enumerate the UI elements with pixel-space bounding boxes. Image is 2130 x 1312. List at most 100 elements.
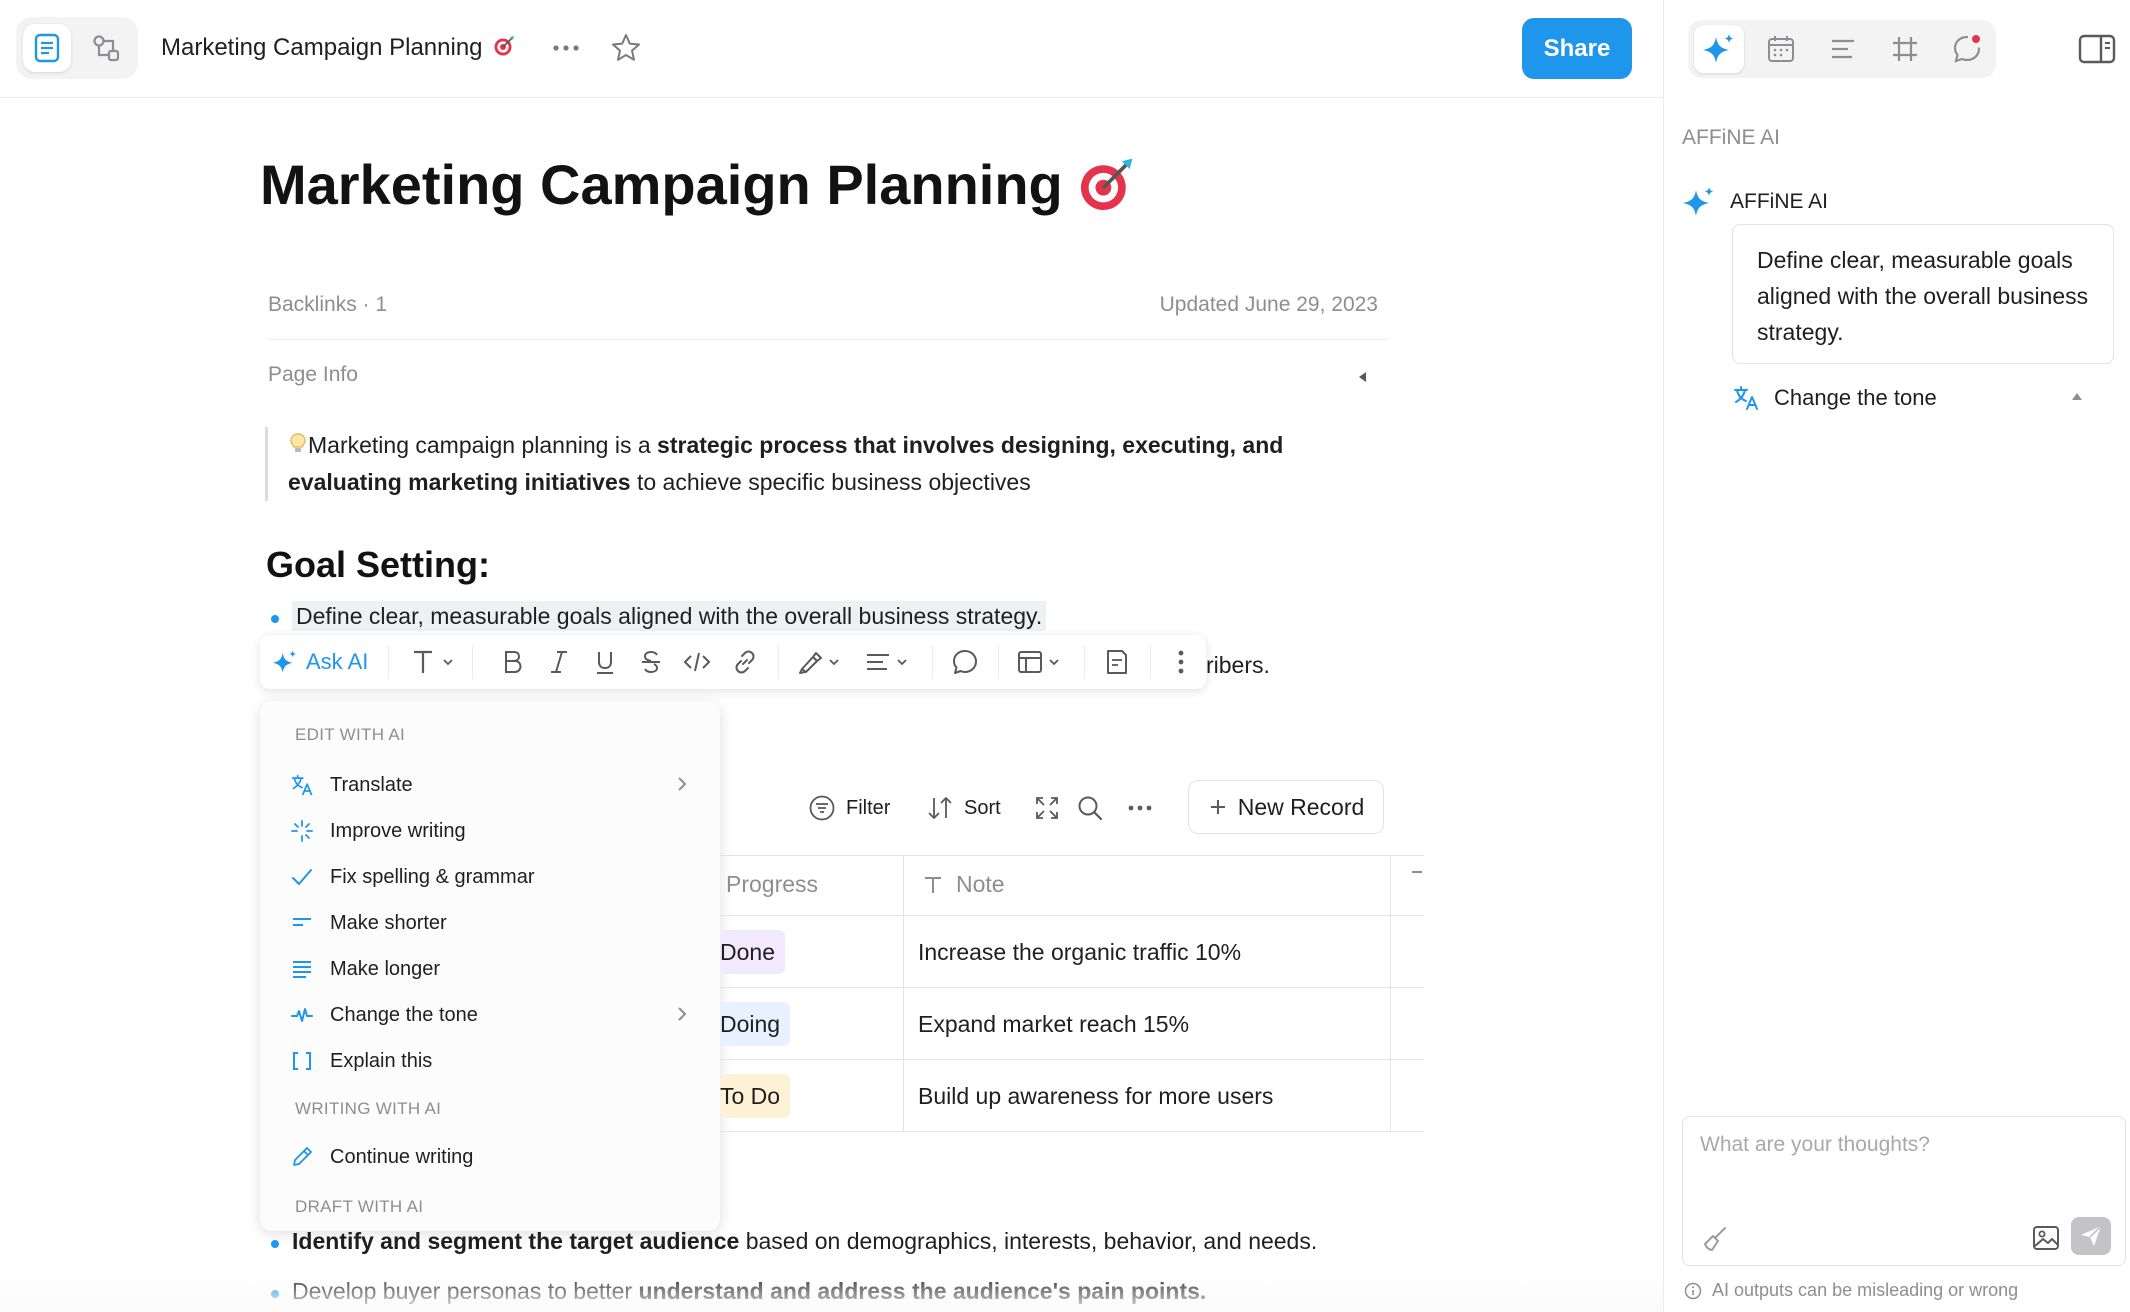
column-header-more[interactable]	[1412, 871, 1422, 873]
right-panel-tabs	[1688, 20, 1996, 78]
underline-button[interactable]	[591, 648, 619, 676]
more-options-button[interactable]	[548, 30, 584, 66]
send-message-button[interactable]	[2071, 1217, 2111, 1255]
column-header-note[interactable]: Note	[922, 871, 1005, 898]
expand-view-button[interactable]	[1034, 792, 1060, 824]
filter-label: Filter	[846, 796, 891, 819]
menu-item-translate[interactable]: Translate	[290, 765, 698, 805]
updated-date: Updated June 29, 2023	[1159, 293, 1378, 316]
ai-chat-input[interactable]: What are your thoughts?	[1682, 1116, 2126, 1266]
filter-icon	[809, 795, 835, 821]
tab-frames[interactable]	[1880, 25, 1930, 73]
column-header-progress[interactable]: Progress	[726, 871, 818, 898]
note-cell[interactable]: Expand market reach 15%	[918, 1011, 1189, 1038]
code-icon	[683, 652, 711, 672]
tab-outline[interactable]	[1818, 25, 1868, 73]
ai-warning: AI outputs can be misleading or wrong	[1684, 1280, 2018, 1301]
align-icon	[867, 654, 907, 670]
tab-comments[interactable]	[1942, 25, 1992, 73]
ai-action-change-tone[interactable]: Change the tone	[1732, 380, 2092, 416]
strikethrough-button[interactable]	[637, 648, 665, 676]
new-record-button[interactable]: New Record	[1188, 780, 1384, 834]
clear-chat-button[interactable]	[1701, 1225, 1729, 1253]
copy-block-button[interactable]	[1102, 648, 1132, 676]
menu-item-label: Improve writing	[330, 819, 466, 842]
caret-left-icon[interactable]	[1356, 370, 1368, 384]
note-cell[interactable]: Build up awareness for more users	[918, 1083, 1273, 1110]
format-toolbar: Ask AI	[260, 635, 1206, 689]
page-title[interactable]: Marketing Campaign Planning	[260, 152, 1135, 217]
menu-item-label: Make longer	[330, 957, 441, 980]
database-more-button[interactable]	[1128, 792, 1152, 824]
share-button[interactable]: Share	[1522, 18, 1632, 79]
progress-tag-label: Done	[720, 938, 775, 965]
menu-item-fix-spelling[interactable]: Fix spelling & grammar	[290, 857, 698, 897]
menu-item-explain-this[interactable]: Explain this	[290, 1041, 698, 1081]
translate-icon	[291, 774, 313, 796]
toolbar-more-button[interactable]	[1168, 648, 1194, 676]
text-type-icon	[414, 650, 453, 673]
toggle-right-panel-button[interactable]	[2076, 28, 2118, 70]
chevron-right-icon	[678, 1007, 687, 1021]
sort-icon	[928, 796, 952, 820]
list-item-partial[interactable]: ribers.	[1185, 652, 1270, 679]
favorite-button[interactable]	[608, 30, 644, 66]
column-header-label: Note	[956, 871, 1005, 897]
comment-notification-icon	[1953, 35, 1981, 63]
italic-button[interactable]	[545, 648, 573, 676]
table-border	[1390, 855, 1391, 1131]
align-dropdown[interactable]	[864, 648, 914, 676]
filter-button[interactable]: Filter	[808, 792, 890, 824]
list-item[interactable]: Develop buyer personas to better underst…	[270, 1278, 1206, 1305]
send-icon	[2081, 1225, 2102, 1246]
italic-icon	[551, 651, 567, 673]
inline-code-button[interactable]	[682, 648, 712, 676]
edgeless-icon	[93, 35, 120, 62]
ask-ai-button[interactable]: Ask AI	[272, 646, 368, 678]
convert-to-database-dropdown[interactable]	[1016, 648, 1066, 676]
menu-item-improve-writing[interactable]: Improve writing	[290, 811, 698, 851]
backlinks-link[interactable]: Backlinks · 1	[268, 293, 387, 317]
brackets-icon	[293, 1052, 311, 1070]
menu-item-make-longer[interactable]: Make longer	[290, 949, 698, 989]
comment-icon	[953, 650, 977, 674]
search-button[interactable]	[1076, 792, 1104, 824]
list-item[interactable]: Identify and segment the target audience…	[270, 1228, 1318, 1255]
edgeless-mode-button[interactable]	[82, 24, 130, 72]
attach-image-button[interactable]	[2031, 1223, 2061, 1253]
star-icon	[612, 34, 640, 61]
list-item[interactable]: Define clear, measurable goals aligned w…	[270, 601, 1047, 631]
check-icon	[292, 869, 312, 885]
note-cell[interactable]: Increase the organic traffic 10%	[918, 939, 1241, 966]
bold-button[interactable]	[498, 648, 526, 676]
highlighter-icon	[799, 652, 839, 674]
calendar-icon	[1768, 36, 1794, 62]
section-label-edit: EDIT WITH AI	[295, 725, 406, 744]
list-item-text: based on demographics, interests, behavi…	[739, 1228, 1318, 1254]
tab-ai-chat[interactable]	[1694, 25, 1744, 73]
progress-tag[interactable]: Done	[720, 930, 785, 974]
caret-up-icon[interactable]	[2070, 390, 2084, 402]
text-column-icon	[925, 876, 941, 893]
page-mode-button[interactable]	[23, 24, 71, 72]
highlight-dropdown[interactable]	[796, 648, 846, 676]
table-border	[720, 855, 1424, 856]
page-info-toggle[interactable]: Page Info	[268, 363, 358, 387]
sort-button[interactable]: Sort	[926, 792, 1001, 824]
toolbar-divider	[388, 645, 389, 679]
menu-item-make-shorter[interactable]: Make shorter	[290, 903, 698, 943]
link-button[interactable]	[730, 648, 760, 676]
table-border	[720, 1059, 1424, 1060]
menu-item-change-tone[interactable]: Change the tone	[290, 995, 698, 1035]
new-record-label: New Record	[1237, 793, 1365, 820]
toolbar-divider	[998, 645, 999, 679]
progress-tag[interactable]: To Do	[720, 1074, 791, 1118]
menu-item-label: Continue writing	[330, 1145, 474, 1168]
tab-journal[interactable]	[1756, 25, 1806, 73]
comment-button[interactable]	[950, 648, 980, 676]
text-style-dropdown[interactable]	[410, 648, 460, 676]
menu-item-continue-writing[interactable]: Continue writing	[290, 1137, 698, 1177]
underline-icon	[597, 652, 613, 674]
progress-tag[interactable]: Doing	[720, 1002, 791, 1046]
header-doc-title[interactable]: Marketing Campaign Planning	[161, 34, 515, 62]
